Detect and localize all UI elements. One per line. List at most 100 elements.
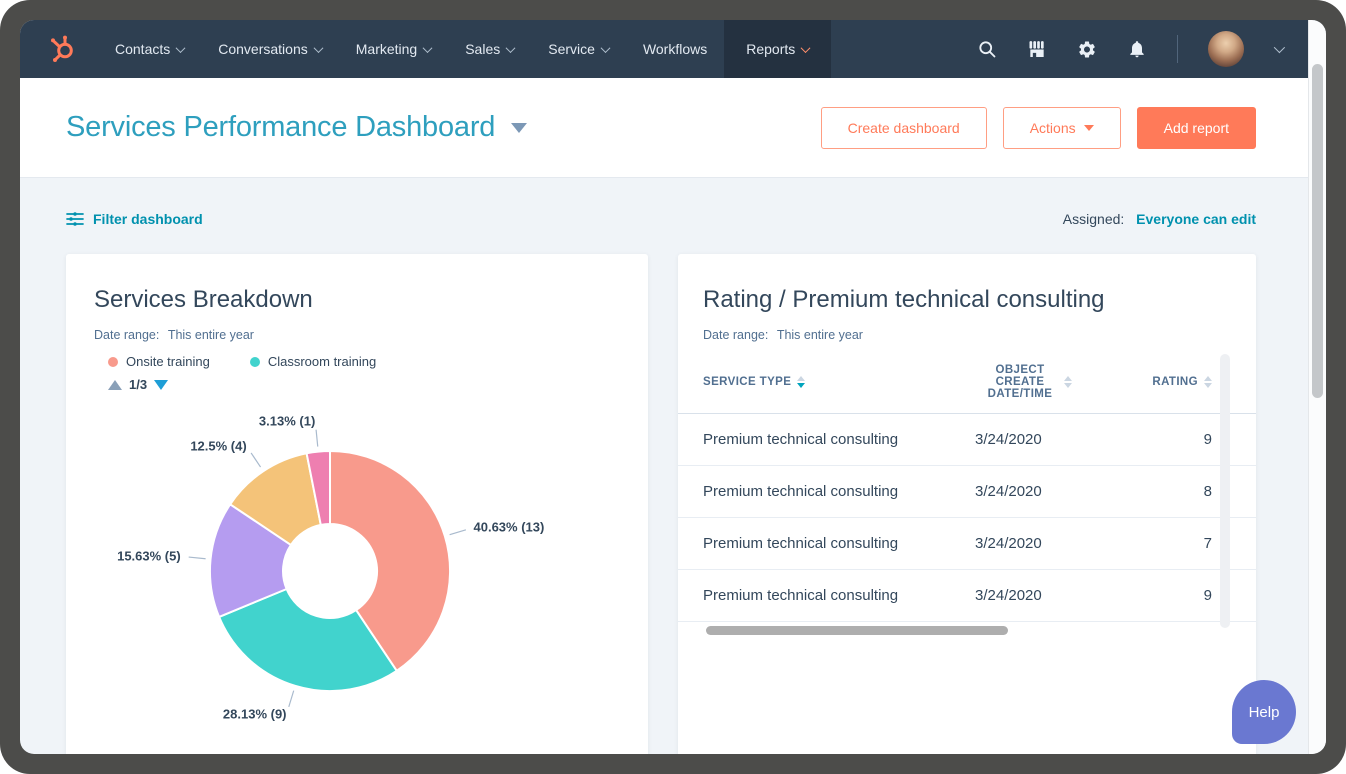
hubspot-logo[interactable]	[46, 20, 78, 78]
column-header-object-create-datetime[interactable]: OBJECT CREATE DATE/TIME	[952, 364, 1102, 400]
nav-item-service[interactable]: Service	[531, 20, 626, 78]
add-report-button[interactable]: Add report	[1137, 107, 1256, 149]
sort-icons[interactable]	[797, 376, 805, 388]
sort-asc-icon	[797, 376, 805, 381]
nav-item-label: Contacts	[115, 41, 170, 57]
table-row[interactable]: Premium technical consulting 3/24/2020 9	[678, 414, 1256, 466]
actions-button[interactable]: Actions	[1003, 107, 1121, 149]
user-avatar[interactable]	[1208, 31, 1244, 67]
slice-label: 15.63% (5)	[117, 548, 181, 563]
legend-pager: 1/3	[94, 377, 620, 392]
donut-chart-area: 40.63% (13)28.13% (9)15.63% (5)12.5% (4)…	[94, 398, 620, 754]
table-vertical-scrollbar[interactable]	[1220, 354, 1230, 628]
filter-dashboard-label: Filter dashboard	[93, 211, 203, 227]
slice-connector	[450, 530, 466, 535]
nav-item-label: Service	[548, 41, 595, 57]
search-icon[interactable]	[977, 39, 997, 59]
card-title: Services Breakdown	[94, 286, 620, 314]
slice-label: 40.63% (13)	[474, 520, 545, 535]
app-screen: Contacts Conversations Marketing Sales S…	[20, 20, 1326, 754]
cell-create-date: 3/24/2020	[952, 535, 1102, 552]
services-breakdown-donut-chart[interactable]: 40.63% (13)28.13% (9)15.63% (5)12.5% (4)…	[94, 398, 620, 754]
header-buttons: Create dashboard Actions Add report	[821, 107, 1256, 149]
sort-asc-icon	[1204, 376, 1212, 381]
date-range-value: This entire year	[777, 328, 863, 342]
slice-label: 28.13% (9)	[223, 707, 287, 722]
sort-desc-icon	[1064, 383, 1072, 388]
sort-asc-icon	[1064, 376, 1072, 381]
table-row[interactable]: Premium technical consulting 3/24/2020 7	[678, 518, 1256, 570]
marketplace-icon[interactable]	[1027, 39, 1047, 59]
date-range-label: Date range:	[703, 328, 768, 342]
table-row[interactable]: Premium technical consulting 3/24/2020 8	[678, 466, 1256, 518]
nav-item-workflows[interactable]: Workflows	[626, 20, 724, 78]
button-label: Create dashboard	[848, 120, 960, 136]
slice-connector	[316, 430, 318, 447]
chevron-down-icon	[176, 43, 186, 53]
date-range: Date range: This entire year	[678, 328, 1256, 342]
nav-item-reports[interactable]: Reports	[724, 20, 831, 78]
slice-label: 3.13% (1)	[259, 414, 315, 429]
cell-create-date: 3/24/2020	[952, 431, 1102, 448]
nav-item-sales[interactable]: Sales	[448, 20, 531, 78]
page-scrollbar	[1308, 20, 1326, 754]
dashboard-selector-caret-icon[interactable]	[511, 123, 527, 133]
assigned-value-link[interactable]: Everyone can edit	[1136, 211, 1256, 227]
nav-item-label: Sales	[465, 41, 500, 57]
nav-item-label: Workflows	[643, 41, 707, 57]
column-header-label: SERVICE TYPE	[703, 376, 791, 388]
legend-page-indicator: 1/3	[129, 377, 147, 392]
page-scrollbar-thumb[interactable]	[1312, 64, 1323, 398]
button-label: Add report	[1164, 120, 1229, 136]
chevron-down-icon	[506, 43, 516, 53]
filter-dashboard-link[interactable]: Filter dashboard	[66, 211, 203, 227]
nav-item-contacts[interactable]: Contacts	[98, 20, 201, 78]
slice-connector	[251, 453, 260, 467]
notifications-icon[interactable]	[1127, 39, 1147, 59]
window-frame: Contacts Conversations Marketing Sales S…	[0, 0, 1346, 774]
nav-right	[977, 20, 1282, 78]
column-header-label: OBJECT CREATE DATE/TIME	[982, 364, 1058, 400]
date-range-value: This entire year	[168, 328, 254, 342]
cell-service-type: Premium technical consulting	[703, 483, 952, 500]
legend-page-down-icon[interactable]	[154, 380, 168, 390]
cell-create-date: 3/24/2020	[952, 587, 1102, 604]
cell-rating: 9	[1102, 587, 1212, 604]
legend-label: Onsite training	[126, 354, 210, 369]
nav-item-label: Reports	[746, 41, 795, 57]
nav-item-label: Marketing	[356, 41, 417, 57]
legend-dot	[250, 357, 260, 367]
nav-divider	[1177, 35, 1178, 63]
cell-create-date: 3/24/2020	[952, 483, 1102, 500]
cell-service-type: Premium technical consulting	[703, 535, 952, 552]
legend-dot	[108, 357, 118, 367]
chart-legend: Onsite training Classroom training	[94, 354, 620, 369]
column-header-service-type[interactable]: SERVICE TYPE	[703, 376, 952, 388]
legend-page-up-icon[interactable]	[108, 380, 122, 390]
sort-desc-icon	[797, 383, 805, 388]
slice-connector	[289, 691, 294, 707]
legend-item-onsite-training[interactable]: Onsite training	[108, 354, 210, 369]
horizontal-scrollbar-thumb[interactable]	[706, 626, 1008, 635]
dashboard-body: Filter dashboard Assigned: Everyone can …	[20, 178, 1326, 754]
caret-down-icon	[1084, 125, 1094, 131]
table-header-row: SERVICE TYPE OBJECT CREATE DATE/TIME RAT…	[678, 350, 1256, 414]
sort-icons[interactable]	[1204, 376, 1212, 388]
services-breakdown-card: Services Breakdown Date range: This enti…	[66, 254, 648, 754]
sort-icons[interactable]	[1064, 376, 1072, 388]
chevron-down-icon[interactable]	[1274, 42, 1285, 53]
date-range-label: Date range:	[94, 328, 159, 342]
table-horizontal-scrollbar	[678, 625, 1256, 637]
settings-icon[interactable]	[1077, 39, 1097, 59]
column-header-rating[interactable]: RATING	[1102, 376, 1212, 388]
table-row[interactable]: Premium technical consulting 3/24/2020 9	[678, 570, 1256, 622]
slice-connector	[189, 557, 206, 559]
cell-rating: 9	[1102, 431, 1212, 448]
create-dashboard-button[interactable]: Create dashboard	[821, 107, 987, 149]
date-range: Date range: This entire year	[94, 328, 620, 342]
card-title: Rating / Premium technical consulting	[678, 286, 1256, 314]
nav-item-marketing[interactable]: Marketing	[339, 20, 448, 78]
help-button[interactable]: Help	[1232, 680, 1296, 744]
legend-item-classroom-training[interactable]: Classroom training	[250, 354, 376, 369]
nav-item-conversations[interactable]: Conversations	[201, 20, 339, 78]
